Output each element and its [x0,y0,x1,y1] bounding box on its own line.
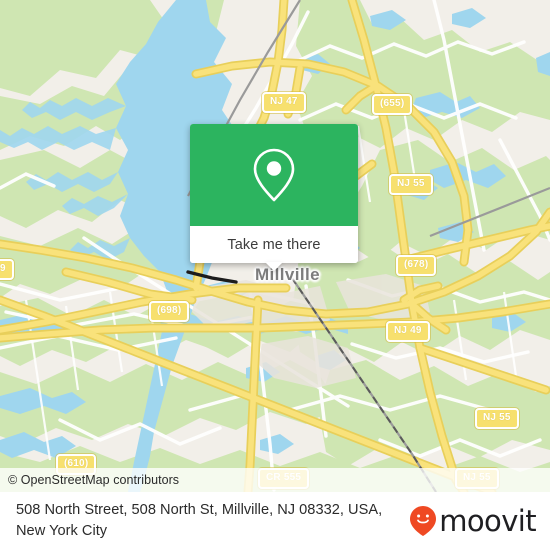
map-pin-icon [253,148,295,202]
osm-attribution-text[interactable]: © OpenStreetMap contributors [0,473,179,487]
popup-footer[interactable]: Take me there [190,226,358,271]
popup-pointer-tail [265,262,283,271]
map-canvas[interactable]: Millville NJ 47 (655) NJ 55 (678) (698) … [0,0,550,492]
moovit-wordmark: moovit [439,504,536,538]
road-shield-nj-49[interactable]: NJ 49 [386,321,430,342]
destination-popup[interactable]: Take me there [190,124,358,271]
road-shield-nj-55-mid[interactable]: NJ 55 [475,408,519,429]
road-shield-clipped-left[interactable]: 9 [0,259,14,280]
popup-header [190,124,358,226]
moovit-logo[interactable]: moovit [409,504,537,538]
road-shield-nj-47[interactable]: NJ 47 [262,92,306,113]
road-shield-678[interactable]: (678) [396,255,437,276]
road-shield-698[interactable]: (698) [149,301,190,322]
road-shield-nj-55-upper[interactable]: NJ 55 [389,174,433,195]
address-text: 508 North Street, 508 North St, Millvill… [16,501,383,539]
footer-bar: 508 North Street, 508 North St, Millvill… [0,492,550,550]
road-shield-655[interactable]: (655) [372,94,413,115]
take-me-there-label: Take me there [227,236,321,253]
moovit-pin-icon [410,506,437,536]
map-attribution-bar: © OpenStreetMap contributors [0,468,550,492]
map-screenshot: Millville NJ 47 (655) NJ 55 (678) (698) … [0,0,550,550]
